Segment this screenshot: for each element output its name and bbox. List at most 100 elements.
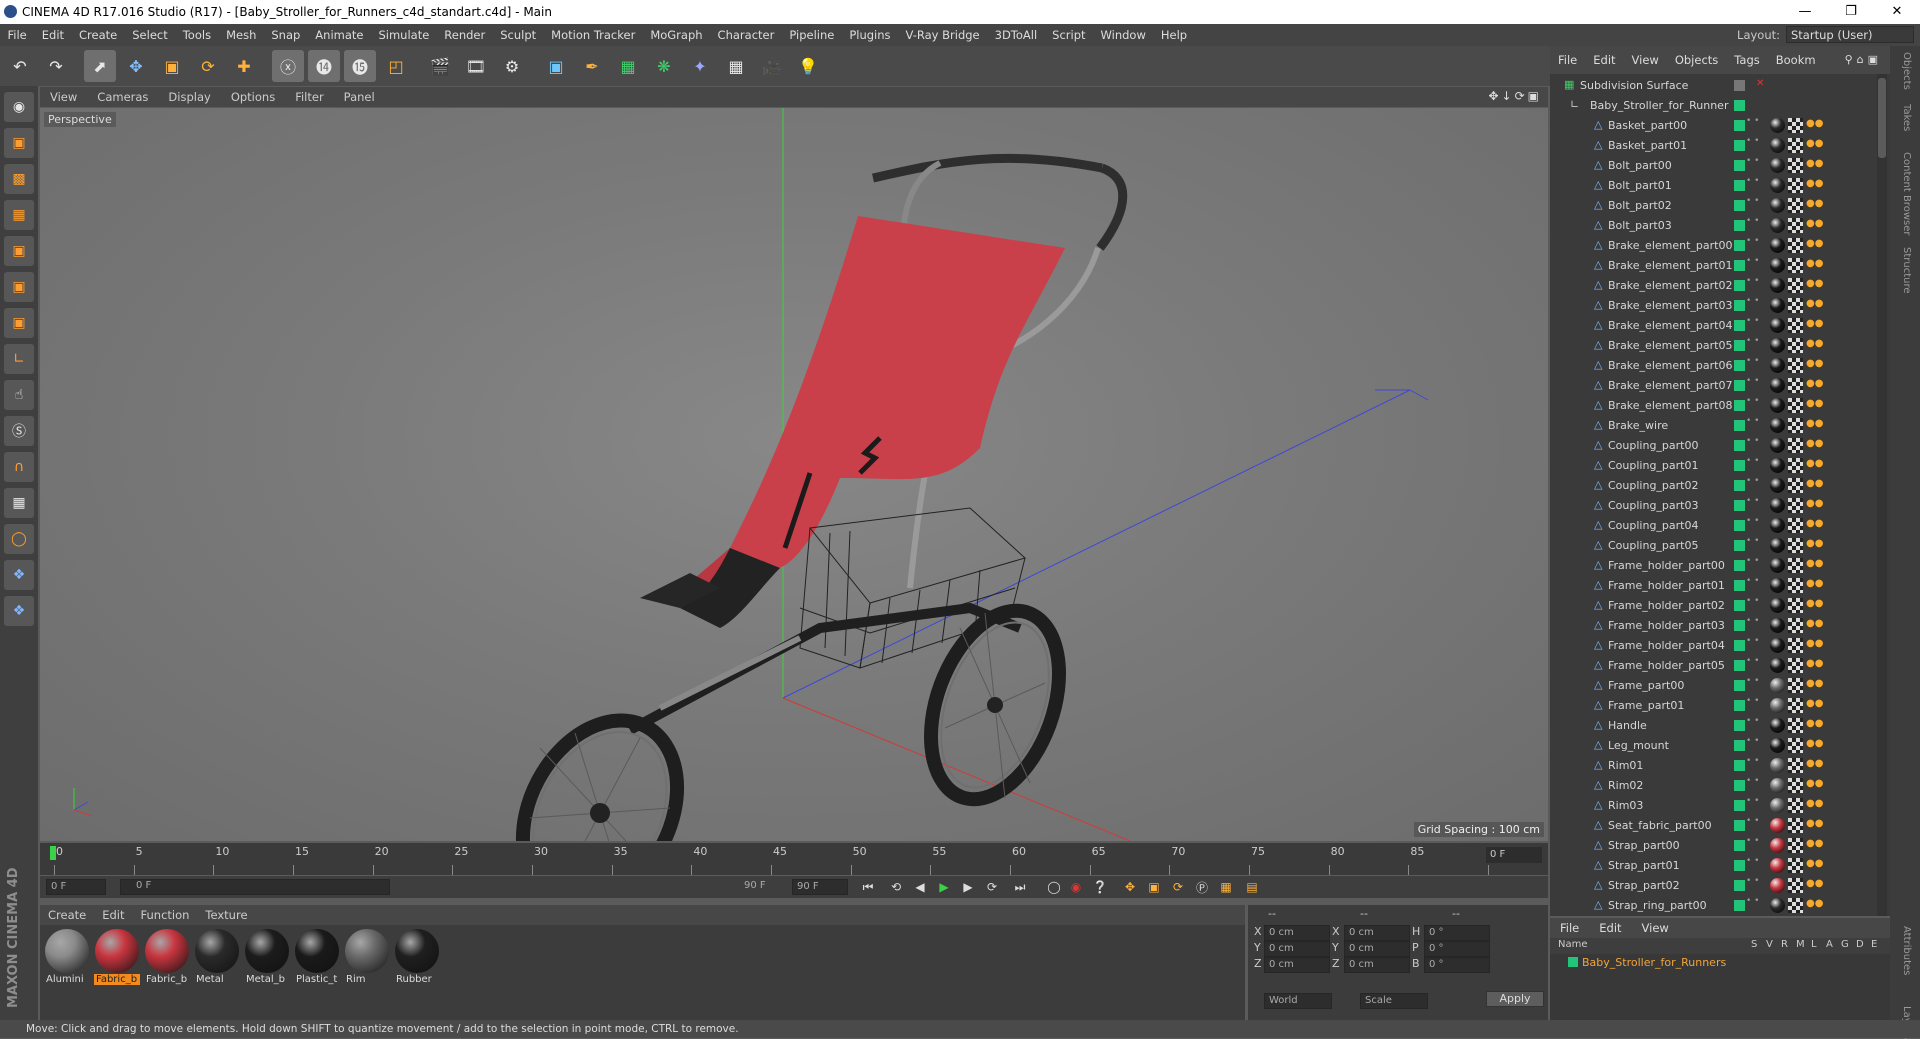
object-row[interactable]: △ Bolt_part02 • • ●● bbox=[1550, 196, 1890, 216]
texture-tag-icon[interactable] bbox=[1788, 778, 1803, 793]
render-dots-icon[interactable]: • • bbox=[1746, 316, 1759, 326]
polygons-mode-icon[interactable]: ▣ bbox=[4, 308, 34, 338]
texture-tag-icon[interactable] bbox=[1788, 338, 1803, 353]
render-dots-icon[interactable]: • • bbox=[1746, 556, 1759, 566]
object-row[interactable]: △ Brake_element_part00 • • ●● bbox=[1550, 236, 1890, 256]
visibility-icon[interactable] bbox=[1734, 460, 1745, 471]
visibility-icon[interactable] bbox=[1734, 620, 1745, 631]
visibility-icon[interactable] bbox=[1734, 180, 1745, 191]
phong-tag-icon[interactable]: ●● bbox=[1806, 498, 1823, 509]
texture-tag-icon[interactable] bbox=[1788, 758, 1803, 773]
material-tag-icon[interactable] bbox=[1770, 498, 1785, 513]
material-tag-icon[interactable] bbox=[1770, 838, 1785, 853]
menu-item-file[interactable]: File bbox=[0, 28, 34, 42]
coord-value-field[interactable]: 0 cm bbox=[1344, 925, 1410, 941]
object-row[interactable]: △ Frame_holder_part01 • • ●● bbox=[1550, 576, 1890, 596]
world-dropdown[interactable]: World bbox=[1264, 993, 1332, 1009]
material-tag-icon[interactable] bbox=[1770, 418, 1785, 433]
menu-item-plugins[interactable]: Plugins bbox=[842, 28, 898, 42]
coord-value-field[interactable]: 0 ° bbox=[1424, 941, 1490, 957]
move-tool-icon[interactable]: ✥ bbox=[120, 50, 152, 82]
object-row[interactable]: △ Rim01 • • ●● bbox=[1550, 756, 1890, 776]
object-row[interactable]: △ Basket_part00 • • ●● bbox=[1550, 116, 1890, 136]
visibility-icon[interactable] bbox=[1734, 640, 1745, 651]
phong-tag-icon[interactable]: ●● bbox=[1806, 238, 1823, 249]
redo-icon[interactable]: ↷ bbox=[40, 50, 72, 82]
render-picture-viewer-icon[interactable]: 🎞 bbox=[460, 50, 492, 82]
timeline[interactable]: 051015202530354045505560657075808590 0 F bbox=[40, 843, 1548, 875]
object-row[interactable]: △ Basket_part01 • • ●● bbox=[1550, 136, 1890, 156]
next-key-icon[interactable]: ⟳ bbox=[982, 878, 1002, 896]
texture-tag-icon[interactable] bbox=[1788, 538, 1803, 553]
object-row[interactable]: △ Rim02 • • ●● bbox=[1550, 776, 1890, 796]
object-row[interactable]: △ Leg_mount • • ●● bbox=[1550, 736, 1890, 756]
coord-value-field[interactable]: 0 cm bbox=[1344, 957, 1410, 973]
object-scrollbar[interactable] bbox=[1877, 74, 1887, 916]
material-tag-icon[interactable] bbox=[1770, 518, 1785, 533]
object-menu-edit[interactable]: Edit bbox=[1585, 53, 1623, 67]
render-view-icon[interactable]: 🎬 bbox=[424, 50, 456, 82]
viewport-menu-view[interactable]: View bbox=[40, 90, 87, 104]
material-swatch[interactable]: Rubber bbox=[394, 928, 440, 988]
texture-tag-icon[interactable] bbox=[1788, 378, 1803, 393]
list-item[interactable]: ∟ Baby_Stroller_for_Runner bbox=[1550, 96, 1890, 116]
visibility-icon[interactable] bbox=[1734, 660, 1745, 671]
object-row[interactable]: △ Frame_part01 • • ●● bbox=[1550, 696, 1890, 716]
start-frame-field[interactable]: 0 F bbox=[46, 879, 106, 895]
render-dots-icon[interactable]: • • bbox=[1746, 356, 1759, 366]
render-dots-icon[interactable]: • • bbox=[1746, 756, 1759, 766]
object-row[interactable]: △ Strap_part01 • • ●● bbox=[1550, 856, 1890, 876]
phong-tag-icon[interactable]: ●● bbox=[1806, 898, 1823, 909]
coord-value-field[interactable]: 0 cm bbox=[1264, 941, 1330, 957]
texture-tag-icon[interactable] bbox=[1788, 738, 1803, 753]
coordinate-system-icon[interactable]: ◰ bbox=[380, 50, 412, 82]
texture-tag-icon[interactable] bbox=[1788, 898, 1803, 913]
render-dots-icon[interactable]: • • bbox=[1746, 436, 1759, 446]
keyframe-selection-icon[interactable]: ❔ bbox=[1090, 878, 1110, 896]
render-dots-icon[interactable]: • • bbox=[1746, 156, 1759, 166]
rotate-tool-icon[interactable]: ⟳ bbox=[192, 50, 224, 82]
object-row[interactable]: △ Coupling_part03 • • ●● bbox=[1550, 496, 1890, 516]
texture-tag-icon[interactable] bbox=[1788, 258, 1803, 273]
material-menu-create[interactable]: Create bbox=[40, 908, 94, 922]
visibility-icon[interactable] bbox=[1734, 760, 1745, 771]
phong-tag-icon[interactable]: ●● bbox=[1806, 158, 1823, 169]
viewport-menu-display[interactable]: Display bbox=[158, 90, 220, 104]
phong-tag-icon[interactable]: ●● bbox=[1806, 838, 1823, 849]
material-swatch[interactable]: Alumini bbox=[44, 928, 90, 988]
phong-tag-icon[interactable]: ●● bbox=[1806, 638, 1823, 649]
visibility-icon[interactable] bbox=[1734, 120, 1745, 131]
menu-item-tools[interactable]: Tools bbox=[175, 28, 218, 42]
menu-item-v-ray-bridge[interactable]: V-Ray Bridge bbox=[898, 28, 987, 42]
render-dots-icon[interactable]: • • bbox=[1746, 696, 1759, 706]
render-dots-icon[interactable]: • • bbox=[1746, 716, 1759, 726]
render-dots-icon[interactable]: • • bbox=[1746, 636, 1759, 646]
visibility-icon[interactable] bbox=[1734, 680, 1745, 691]
visibility-icon[interactable] bbox=[1734, 200, 1745, 211]
texture-tag-icon[interactable] bbox=[1788, 558, 1803, 573]
phong-tag-icon[interactable]: ●● bbox=[1806, 458, 1823, 469]
material-swatch[interactable]: Rim bbox=[344, 928, 390, 988]
phong-tag-icon[interactable]: ●● bbox=[1806, 518, 1823, 529]
render-dots-icon[interactable]: • • bbox=[1746, 336, 1759, 346]
texture-tag-icon[interactable] bbox=[1788, 658, 1803, 673]
phong-tag-icon[interactable]: ●● bbox=[1806, 878, 1823, 889]
material-tag-icon[interactable] bbox=[1770, 558, 1785, 573]
material-tag-icon[interactable] bbox=[1770, 818, 1785, 833]
texture-tag-icon[interactable] bbox=[1788, 838, 1803, 853]
render-dots-icon[interactable]: • • bbox=[1746, 396, 1759, 406]
visibility-icon[interactable] bbox=[1734, 240, 1745, 251]
material-tag-icon[interactable] bbox=[1770, 638, 1785, 653]
phong-tag-icon[interactable]: ●● bbox=[1806, 298, 1823, 309]
render-dots-icon[interactable]: • • bbox=[1746, 456, 1759, 466]
menu-item-help[interactable]: Help bbox=[1153, 28, 1194, 42]
visibility-icon[interactable] bbox=[1734, 340, 1745, 351]
play-icon[interactable]: ▶ bbox=[934, 878, 954, 896]
object-row[interactable]: △ Brake_element_part07 • • ●● bbox=[1550, 376, 1890, 396]
material-tag-icon[interactable] bbox=[1770, 858, 1785, 873]
visibility-icon[interactable] bbox=[1734, 700, 1745, 711]
texture-tag-icon[interactable] bbox=[1788, 278, 1803, 293]
render-dots-icon[interactable]: • • bbox=[1746, 836, 1759, 846]
texture-tag-icon[interactable] bbox=[1788, 138, 1803, 153]
object-row[interactable]: △ Coupling_part05 • • ●● bbox=[1550, 536, 1890, 556]
